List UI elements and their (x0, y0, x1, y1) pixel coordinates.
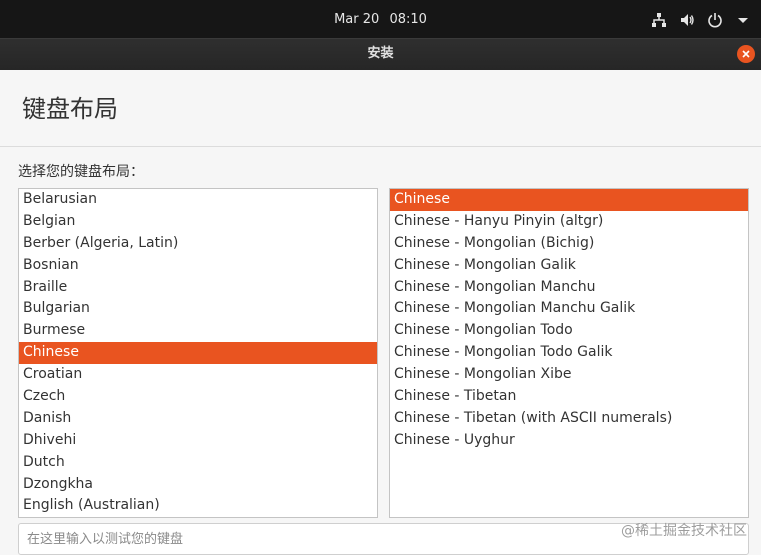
layout-list-item[interactable]: Belarusian (19, 189, 377, 211)
system-tray[interactable] (651, 11, 751, 29)
variant-list-item[interactable]: Chinese - Tibetan (390, 386, 748, 408)
volume-icon (681, 14, 694, 26)
layout-list-item[interactable]: Dhivehi (19, 430, 377, 452)
window-title: 安装 (367, 46, 394, 61)
layout-list-item[interactable]: Croatian (19, 364, 377, 386)
layout-list-item[interactable]: Bulgarian (19, 298, 377, 320)
variant-list-item[interactable]: Chinese - Mongolian Xibe (390, 364, 748, 386)
variant-list-item[interactable]: Chinese - Mongolian (Bichig) (390, 233, 748, 255)
layout-list-item[interactable]: Dutch (19, 452, 377, 474)
layout-list-item[interactable]: Berber (Algeria, Latin) (19, 233, 377, 255)
layout-list-item[interactable]: Braille (19, 277, 377, 299)
page-title: 键盘布局 (22, 95, 118, 123)
layout-list-item[interactable]: Bosnian (19, 255, 377, 277)
close-icon (742, 50, 750, 58)
clock-time: 08:10 (389, 12, 427, 27)
keyboard-layout-list[interactable]: Belarusian Belgian Berber (Algeria, Latin)… (18, 188, 378, 518)
variant-list-item[interactable]: Chinese - Mongolian Manchu Galik (390, 298, 748, 320)
variant-list-item[interactable]: Chinese - Hanyu Pinyin (altgr) (390, 211, 748, 233)
variant-list-item[interactable]: Chinese - Tibetan (with ASCII numerals) (390, 408, 748, 430)
network-icon (652, 13, 666, 27)
system-top-bar: Mar 20 08:10 (0, 0, 761, 38)
variant-list-item[interactable]: Chinese - Mongolian Todo (390, 320, 748, 342)
keyboard-variant-list[interactable]: Chinese Chinese - Hanyu Pinyin (altgr) Chi… (389, 188, 749, 518)
variant-list-item[interactable]: Chinese - Mongolian Galik (390, 255, 748, 277)
variant-list-item[interactable]: Chinese - Mongolian Manchu (390, 277, 748, 299)
layout-prompt: 选择您的键盘布局： (18, 164, 144, 180)
variant-list-item[interactable]: Chinese (390, 189, 748, 211)
clock-date: Mar 20 (334, 12, 380, 27)
layout-list-item[interactable]: English (Australian) (19, 495, 377, 517)
layout-list-item[interactable]: Czech (19, 386, 377, 408)
chevron-down-icon (738, 18, 748, 23)
variant-list-item[interactable]: Chinese - Mongolian Todo Galik (390, 342, 748, 364)
layout-list-item[interactable]: Danish (19, 408, 377, 430)
variant-list-item[interactable]: Chinese - Uyghur (390, 430, 748, 452)
layout-list-item[interactable]: Chinese (19, 342, 377, 365)
layout-list-item[interactable]: Dzongkha (19, 474, 377, 496)
header-divider (0, 146, 761, 147)
watermark: @稀土掘金技术社区 (621, 523, 747, 539)
power-icon (708, 13, 722, 28)
clock[interactable]: Mar 20 08:10 (0, 12, 761, 28)
close-button[interactable] (737, 45, 755, 63)
layout-list-item[interactable]: Burmese (19, 320, 377, 342)
window-title-bar[interactable]: 安装 (0, 38, 761, 70)
layout-list-item[interactable]: Belgian (19, 211, 377, 233)
